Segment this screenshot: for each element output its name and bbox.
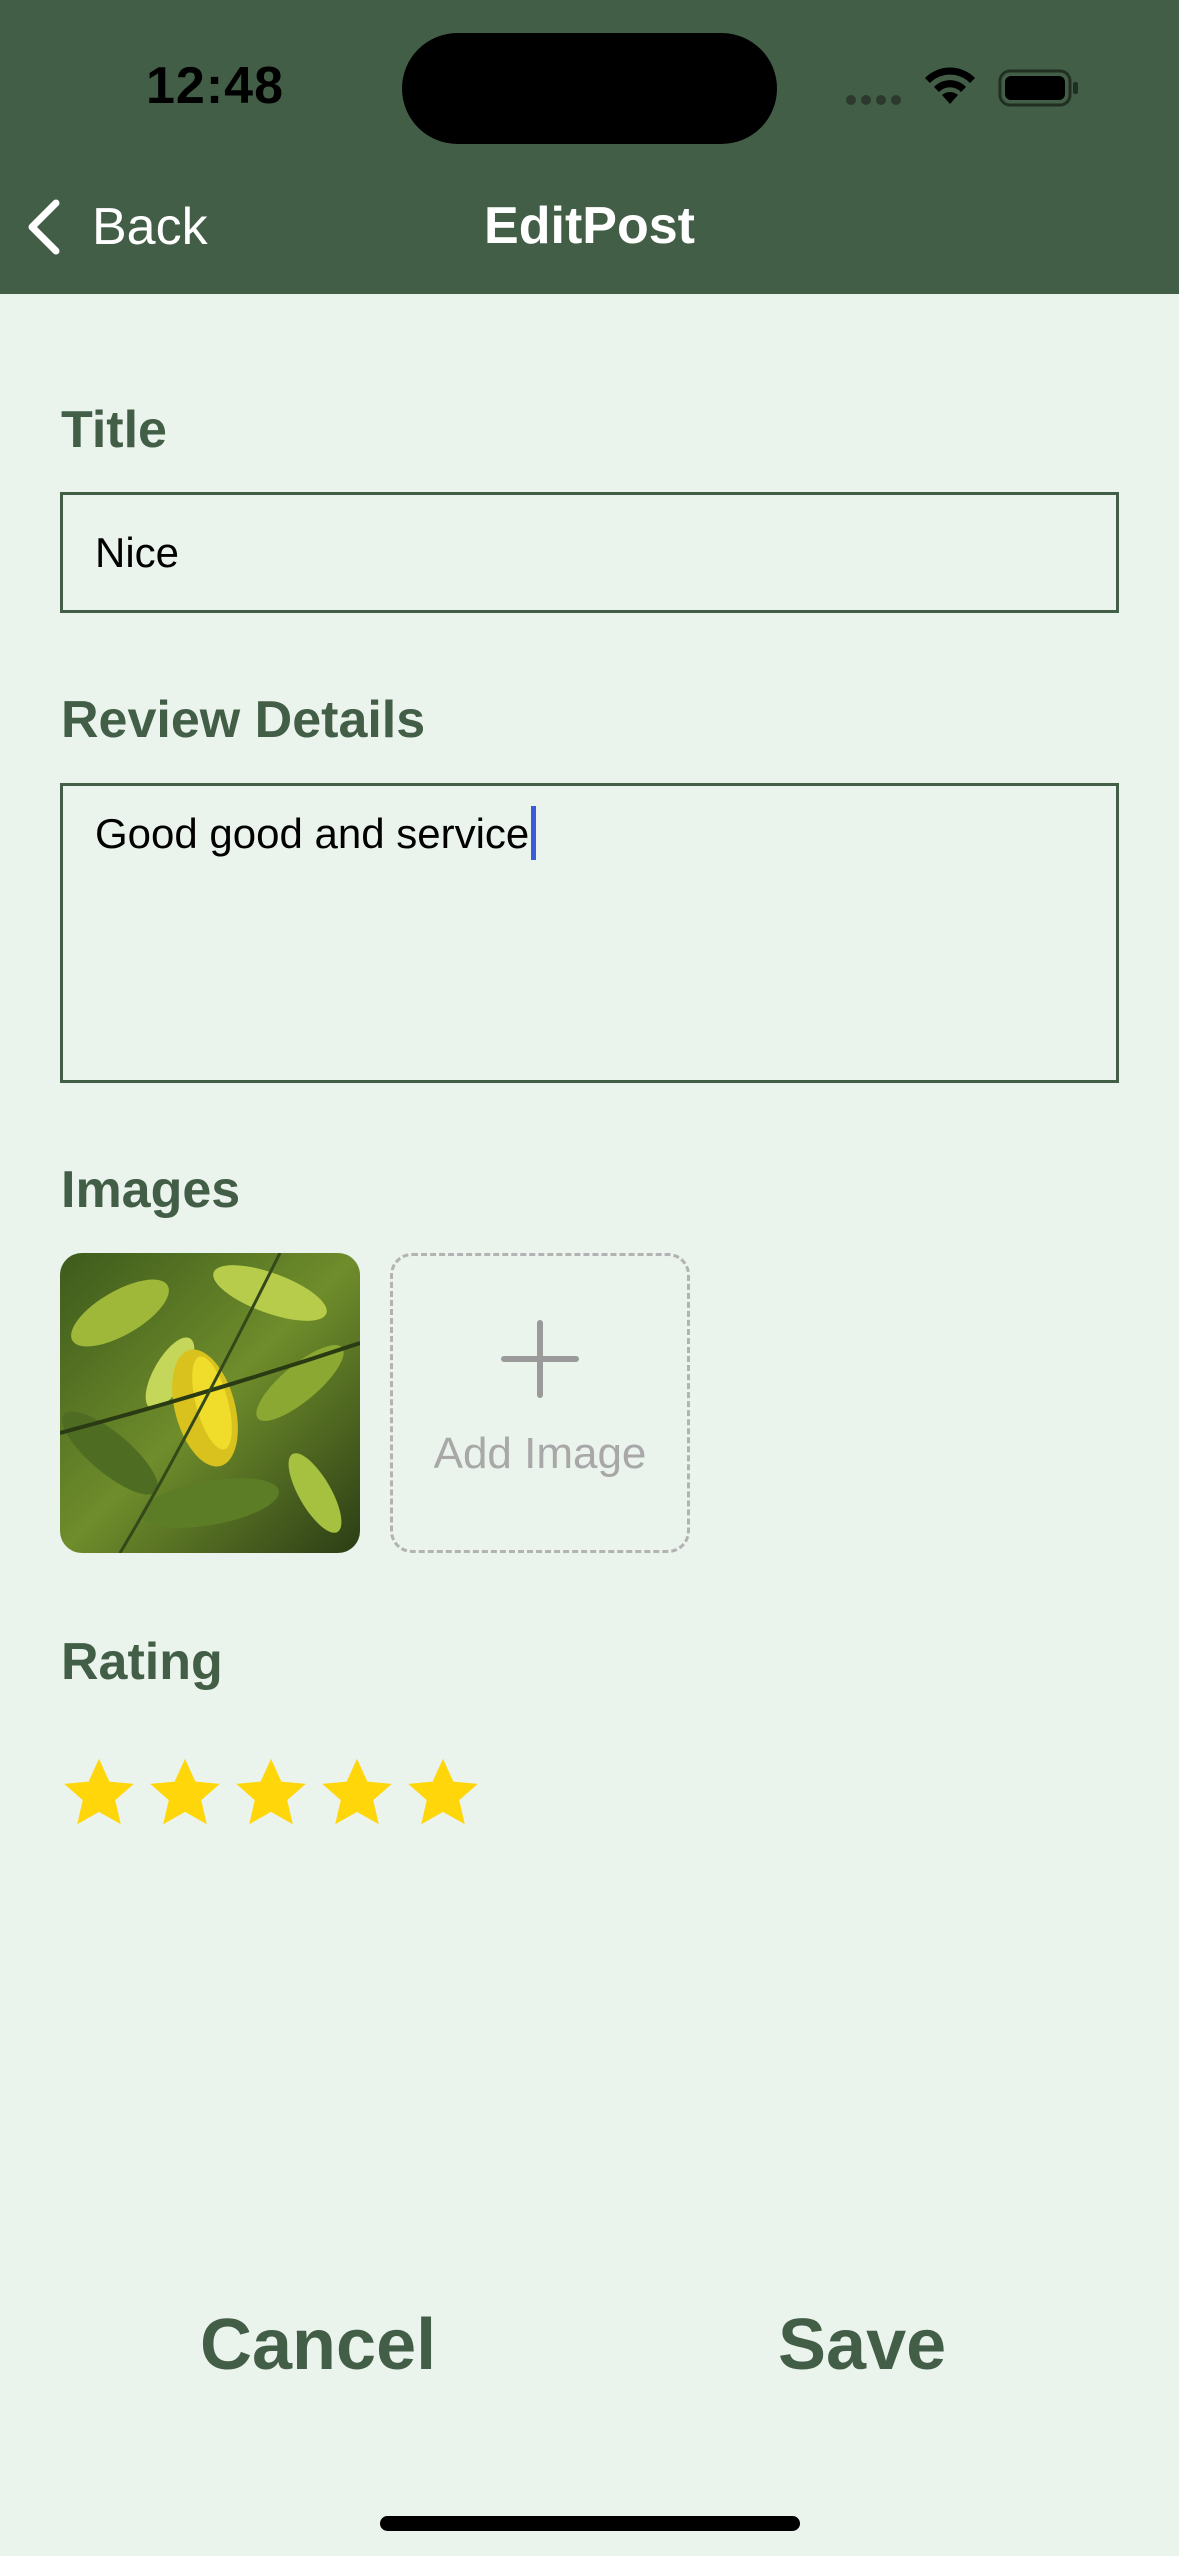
cancel-button[interactable]: Cancel: [200, 2304, 436, 2386]
star-icon[interactable]: [146, 1754, 224, 1832]
title-input[interactable]: Nice: [60, 492, 1119, 613]
add-image-button[interactable]: Add Image: [390, 1253, 690, 1553]
plus-icon: [501, 1320, 579, 1398]
home-indicator[interactable]: [380, 2516, 800, 2531]
text-caret: [531, 806, 537, 860]
review-details-input[interactable]: Good good and service: [60, 783, 1119, 1083]
save-button[interactable]: Save: [778, 2304, 946, 2386]
title-input-value: Nice: [95, 528, 180, 576]
nav-header: 12:48 Back EditPost: [0, 0, 1179, 294]
star-rating: [60, 1754, 482, 1832]
star-icon[interactable]: [404, 1754, 482, 1832]
review-details-value: Good good and service: [95, 810, 530, 857]
star-icon[interactable]: [232, 1754, 310, 1832]
star-icon[interactable]: [60, 1754, 138, 1832]
edit-post-screen: 12:48 Back EditPost Title Nice Review De…: [0, 0, 1179, 2556]
star-icon[interactable]: [318, 1754, 396, 1832]
image-thumbnail[interactable]: [60, 1253, 360, 1553]
cellular-dots-icon: [846, 92, 906, 105]
title-label: Title: [61, 401, 167, 459]
dynamic-island: [402, 33, 777, 144]
images-label: Images: [61, 1161, 241, 1219]
add-image-label: Add Image: [433, 1429, 647, 1478]
battery-icon: [998, 69, 1078, 107]
status-time: 12:48: [146, 57, 284, 115]
wifi-icon: [925, 67, 975, 104]
rating-label: Rating: [61, 1633, 223, 1691]
leaf-photo: [60, 1253, 360, 1553]
review-details-label: Review Details: [61, 691, 426, 749]
page-title: EditPost: [484, 197, 695, 255]
